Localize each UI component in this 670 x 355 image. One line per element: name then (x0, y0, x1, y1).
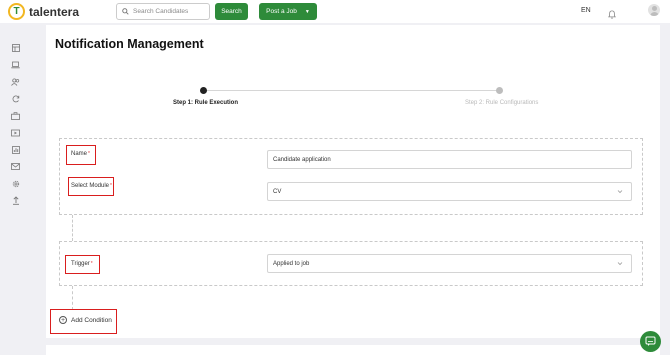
video-icon[interactable] (11, 128, 20, 137)
upload-icon[interactable] (11, 196, 20, 205)
search-button-label: Search (221, 8, 242, 15)
name-input-value: Candidate application (273, 156, 331, 163)
module-select[interactable]: CV (267, 182, 632, 201)
chevron-down-icon (617, 262, 623, 266)
secondary-card (46, 345, 660, 355)
chat-button[interactable] (640, 331, 661, 352)
laptop-icon[interactable] (11, 60, 20, 69)
add-condition-label: Add Condition (71, 316, 112, 324)
page-title: Notification Management (55, 37, 204, 51)
step-2-indicator[interactable] (496, 87, 503, 94)
users-icon[interactable] (11, 77, 20, 86)
brand-name: talentera (29, 4, 80, 19)
step-2-label[interactable]: Step 2: Rule Configurations (465, 100, 538, 106)
avatar[interactable] (648, 4, 660, 16)
chevron-down-icon (617, 190, 623, 194)
module-label: Select Module* (71, 183, 112, 189)
search-button[interactable]: Search (215, 3, 248, 20)
briefcase-icon[interactable] (11, 111, 20, 120)
connector-line (72, 215, 73, 241)
post-job-button[interactable]: Post a Job ▼ (259, 3, 317, 20)
plus-icon: + (59, 316, 67, 324)
trigger-label: Trigger* (71, 261, 93, 267)
search-input[interactable] (133, 8, 207, 15)
trigger-select-value: Applied to job (273, 260, 310, 267)
name-input[interactable]: Candidate application (267, 150, 632, 169)
name-label: Name* (71, 151, 90, 157)
chat-icon (645, 336, 656, 346)
logo-mark-icon: T (8, 3, 25, 20)
sidebar (0, 23, 32, 355)
refresh-icon[interactable] (11, 94, 20, 103)
top-bar: T talentera Search Post a Job ▼ EN (0, 0, 670, 23)
chevron-down-icon: ▼ (304, 8, 310, 15)
connector-line (72, 286, 73, 310)
gear-icon[interactable] (11, 179, 20, 188)
add-condition-button[interactable]: + Add Condition (59, 316, 112, 324)
bell-icon[interactable] (608, 6, 616, 24)
chart-icon[interactable] (11, 145, 20, 154)
trigger-select[interactable]: Applied to job (267, 254, 632, 273)
search-box[interactable] (116, 3, 210, 20)
step-1-label[interactable]: Step 1: Rule Execution (173, 100, 238, 106)
post-job-label: Post a Job (266, 8, 297, 15)
stepper-line (203, 90, 500, 91)
dashboard-icon[interactable] (11, 43, 20, 52)
mail-icon[interactable] (11, 162, 20, 171)
step-1-indicator[interactable] (199, 87, 207, 94)
logo[interactable]: T talentera (8, 3, 79, 20)
module-select-value: CV (273, 188, 282, 195)
search-icon (122, 8, 129, 15)
language-selector[interactable]: EN (581, 7, 591, 14)
